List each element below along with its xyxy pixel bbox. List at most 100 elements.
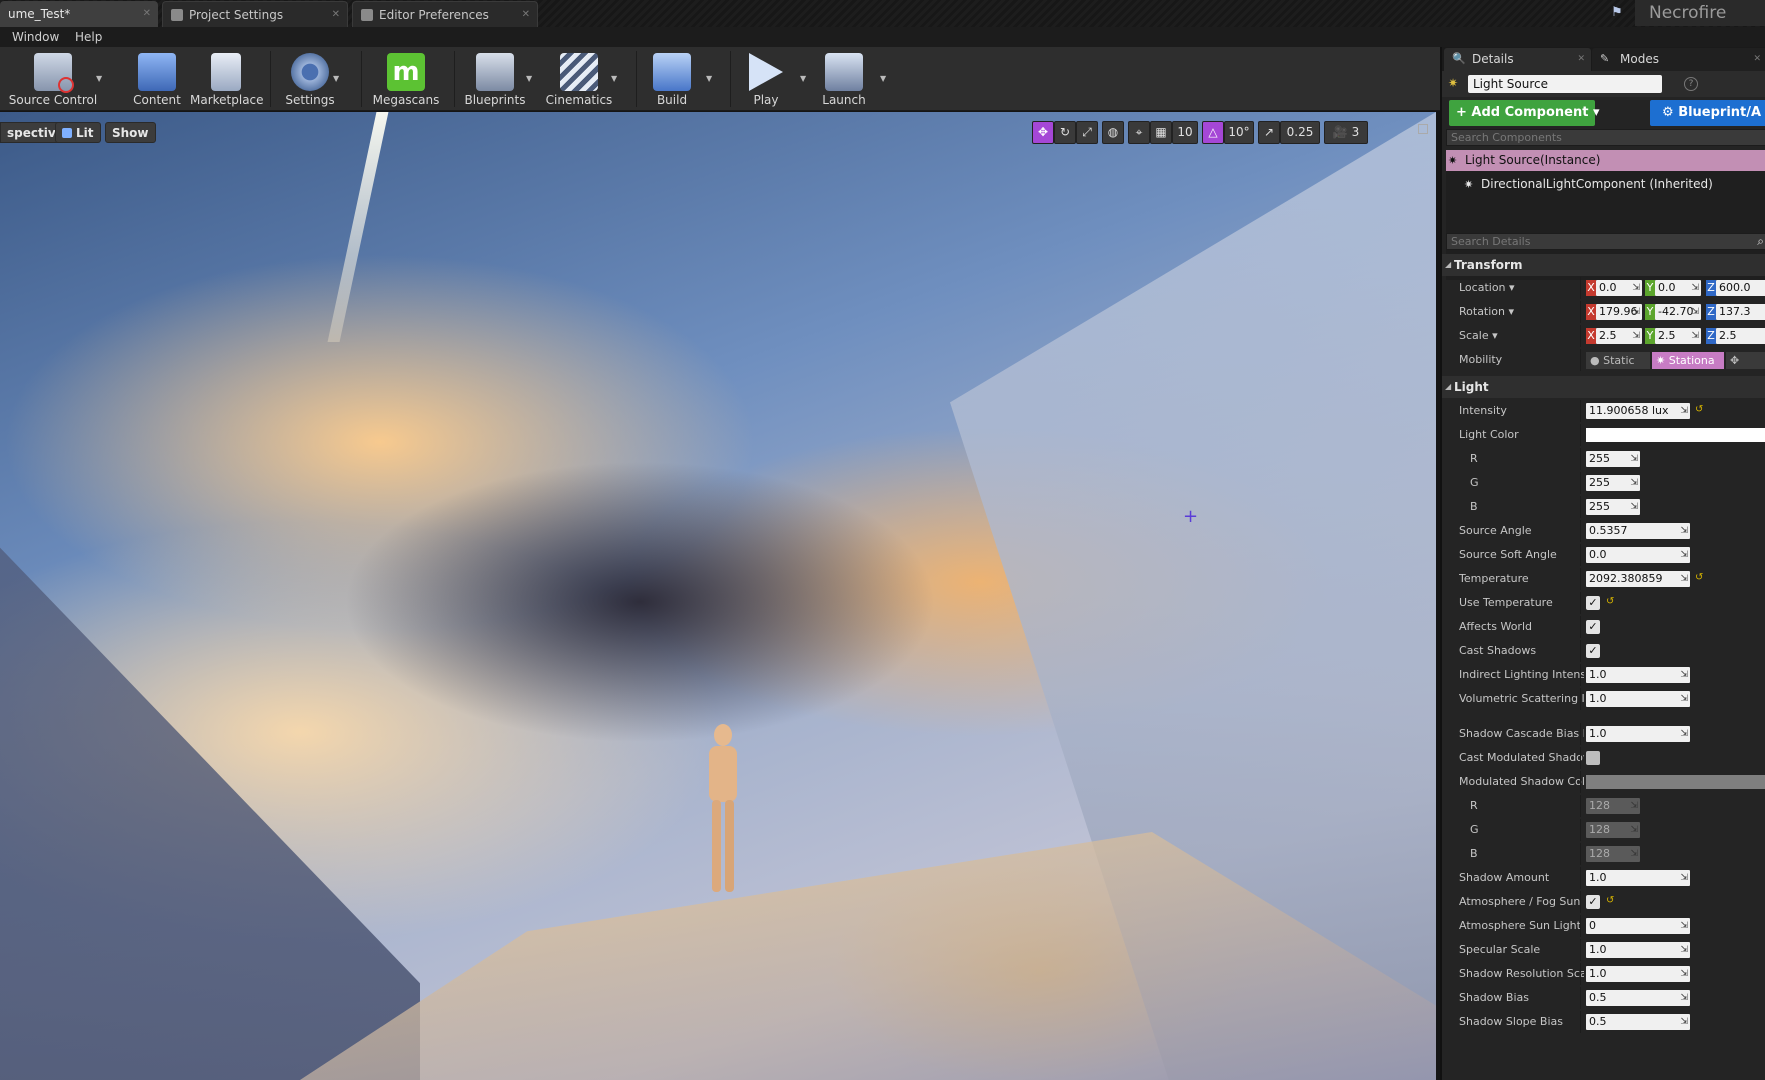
build-button[interactable]: Build: [650, 49, 694, 109]
reset-to-default-icon[interactable]: ↺: [1695, 573, 1705, 583]
rotate-tool-icon[interactable]: ↻: [1054, 121, 1076, 144]
marketplace-button[interactable]: Marketplace: [190, 49, 264, 109]
maximize-viewport-icon[interactable]: [1418, 124, 1428, 134]
launch-button[interactable]: Launch: [818, 49, 870, 109]
blueprint-add-script-button[interactable]: ⚙ Blueprint/A: [1650, 100, 1765, 126]
modulated-color-label[interactable]: ◢Modulated Shadow Col: [1459, 771, 1584, 793]
rotation-snap-icon[interactable]: △: [1202, 121, 1224, 144]
help-icon[interactable]: ?: [1684, 77, 1698, 91]
reset-to-default-icon[interactable]: ↺: [1606, 597, 1616, 607]
scale-y-field[interactable]: 2.5 ⇲: [1655, 328, 1701, 344]
color-g-field[interactable]: 255 ⇲: [1586, 475, 1640, 491]
tab-editor-preferences[interactable]: Editor Preferences ✕: [352, 1, 538, 27]
source-control-dropdown-icon[interactable]: ▼: [96, 75, 104, 83]
atmosphere-sun-field[interactable]: 0 ⇲: [1586, 918, 1690, 934]
modulated-color-swatch[interactable]: [1586, 775, 1765, 789]
modulated-g-field[interactable]: 128 ⇲: [1586, 822, 1640, 838]
location-x-field[interactable]: 0.0 ⇲: [1596, 280, 1642, 296]
light-color-label[interactable]: ◢Light Color: [1459, 424, 1584, 446]
temperature-field[interactable]: 2092.380859 ⇲: [1586, 571, 1690, 587]
location-label[interactable]: Location ▾: [1459, 277, 1584, 299]
mobility-stationary-button[interactable]: ✷ Stationa: [1652, 352, 1724, 369]
tab-close-icon[interactable]: ✕: [1577, 48, 1585, 71]
feedback-icon[interactable]: ⚑: [1609, 5, 1625, 21]
show-button[interactable]: Show: [105, 122, 156, 143]
tab-close-icon[interactable]: ✕: [332, 2, 340, 27]
add-component-button[interactable]: + Add Component ▾: [1449, 100, 1599, 126]
blueprints-dropdown-icon[interactable]: ▼: [526, 75, 534, 83]
location-y-field[interactable]: 0.0 ⇲: [1655, 280, 1701, 296]
source-control-button[interactable]: Source Control: [8, 49, 98, 109]
play-dropdown-icon[interactable]: ▼: [800, 75, 808, 83]
location-z-field[interactable]: 600.0: [1716, 280, 1765, 296]
scale-snap-value[interactable]: 0.25: [1280, 121, 1320, 144]
scale-z-field[interactable]: 2.5: [1716, 328, 1765, 344]
megascans-button[interactable]: m Megascans: [370, 49, 442, 109]
tab-details[interactable]: 🔍 Details ✕: [1444, 48, 1591, 71]
component-root[interactable]: ✷ Light Source(Instance): [1446, 150, 1765, 171]
mannequin-character[interactable]: [700, 724, 746, 894]
indirect-intensity-field[interactable]: 1.0 ⇲: [1586, 667, 1690, 683]
light-category[interactable]: ◢ Light: [1442, 376, 1765, 398]
reset-to-default-icon[interactable]: ↺: [1695, 405, 1705, 415]
level-viewport[interactable]: + spective Lit Show ✥ ↻ ⤢ ◍ ⌖ ▦ 10 △ 10°…: [0, 112, 1436, 1080]
use-temperature-checkbox[interactable]: ✓: [1586, 596, 1600, 610]
scale-tool-icon[interactable]: ⤢: [1076, 121, 1098, 144]
tab-modes[interactable]: ✎ Modes ✕: [1592, 48, 1765, 71]
intensity-field[interactable]: 11.900658 lux ⇲: [1586, 403, 1690, 419]
launch-dropdown-icon[interactable]: ▼: [880, 75, 888, 83]
affects-world-checkbox[interactable]: ✓: [1586, 620, 1600, 634]
shadow-amount-field[interactable]: 1.0 ⇲: [1586, 870, 1690, 886]
volumetric-scattering-field[interactable]: 1.0 ⇲: [1586, 691, 1690, 707]
shadow-bias-field[interactable]: 0.5 ⇲: [1586, 990, 1690, 1006]
atmosphere-fog-checkbox[interactable]: ✓: [1586, 895, 1600, 909]
shadow-resolution-field[interactable]: 1.0 ⇲: [1586, 966, 1690, 982]
surface-snap-icon[interactable]: ⌖: [1128, 121, 1150, 144]
settings-button[interactable]: Settings: [282, 49, 338, 109]
translate-tool-icon[interactable]: ✥: [1032, 121, 1054, 144]
rotation-x-field[interactable]: 179.96 ⇲: [1596, 304, 1642, 320]
reset-to-default-icon[interactable]: ↺: [1606, 896, 1616, 906]
tab-close-icon[interactable]: ✕: [522, 2, 530, 27]
menu-help[interactable]: Help: [75, 27, 102, 47]
world-space-icon[interactable]: ◍: [1102, 121, 1124, 144]
grid-snap-value[interactable]: 10: [1172, 121, 1198, 144]
play-button[interactable]: Play: [742, 49, 790, 109]
rotation-snap-value[interactable]: 10°: [1224, 121, 1254, 144]
mobility-static-button[interactable]: ● Static: [1586, 352, 1650, 369]
shadow-cascade-bias-field[interactable]: 1.0 ⇲: [1586, 726, 1690, 742]
source-angle-field[interactable]: 0.5357 ⇲: [1586, 523, 1690, 539]
tab-close-icon[interactable]: ✕: [143, 1, 151, 27]
search-details-input[interactable]: Search Details ⌕: [1446, 233, 1765, 250]
grid-snap-icon[interactable]: ▦: [1150, 121, 1172, 144]
content-button[interactable]: Content: [133, 49, 181, 109]
menu-window[interactable]: Window: [12, 27, 59, 47]
search-components-input[interactable]: Search Components: [1446, 129, 1765, 146]
cast-modulated-checkbox[interactable]: [1586, 751, 1600, 765]
color-r-field[interactable]: 255 ⇲: [1586, 451, 1640, 467]
view-mode-button[interactable]: Lit: [55, 122, 101, 143]
rotation-label[interactable]: Rotation ▾: [1459, 301, 1584, 323]
build-dropdown-icon[interactable]: ▼: [706, 75, 714, 83]
scale-label[interactable]: Scale ▾: [1459, 325, 1584, 347]
component-directional-light[interactable]: ✷ DirectionalLightComponent (Inherited): [1446, 174, 1765, 195]
modulated-r-field[interactable]: 128 ⇲: [1586, 798, 1640, 814]
modulated-b-field[interactable]: 128 ⇲: [1586, 846, 1640, 862]
rotation-z-field[interactable]: 137.3: [1716, 304, 1765, 320]
shadow-slope-bias-field[interactable]: 0.5 ⇲: [1586, 1014, 1690, 1030]
tab-project-settings[interactable]: Project Settings ✕: [162, 1, 348, 27]
tab-level[interactable]: ume_Test* ✕: [0, 1, 158, 27]
cast-shadows-checkbox[interactable]: ✓: [1586, 644, 1600, 658]
actor-name-field[interactable]: Light Source: [1468, 75, 1662, 93]
cinematics-dropdown-icon[interactable]: ▼: [611, 75, 619, 83]
camera-speed-button[interactable]: 🎥 3: [1324, 121, 1368, 144]
transform-category[interactable]: ◢ Transform: [1442, 254, 1765, 276]
settings-dropdown-icon[interactable]: ▼: [333, 75, 341, 83]
color-b-field[interactable]: 255 ⇲: [1586, 499, 1640, 515]
mobility-movable-button[interactable]: ✥: [1726, 352, 1765, 369]
rotation-y-field[interactable]: -42.70 ⇲: [1655, 304, 1701, 320]
specular-scale-field[interactable]: 1.0 ⇲: [1586, 942, 1690, 958]
scale-x-field[interactable]: 2.5 ⇲: [1596, 328, 1642, 344]
scale-snap-icon[interactable]: ↗: [1258, 121, 1280, 144]
light-color-swatch[interactable]: [1586, 428, 1765, 442]
